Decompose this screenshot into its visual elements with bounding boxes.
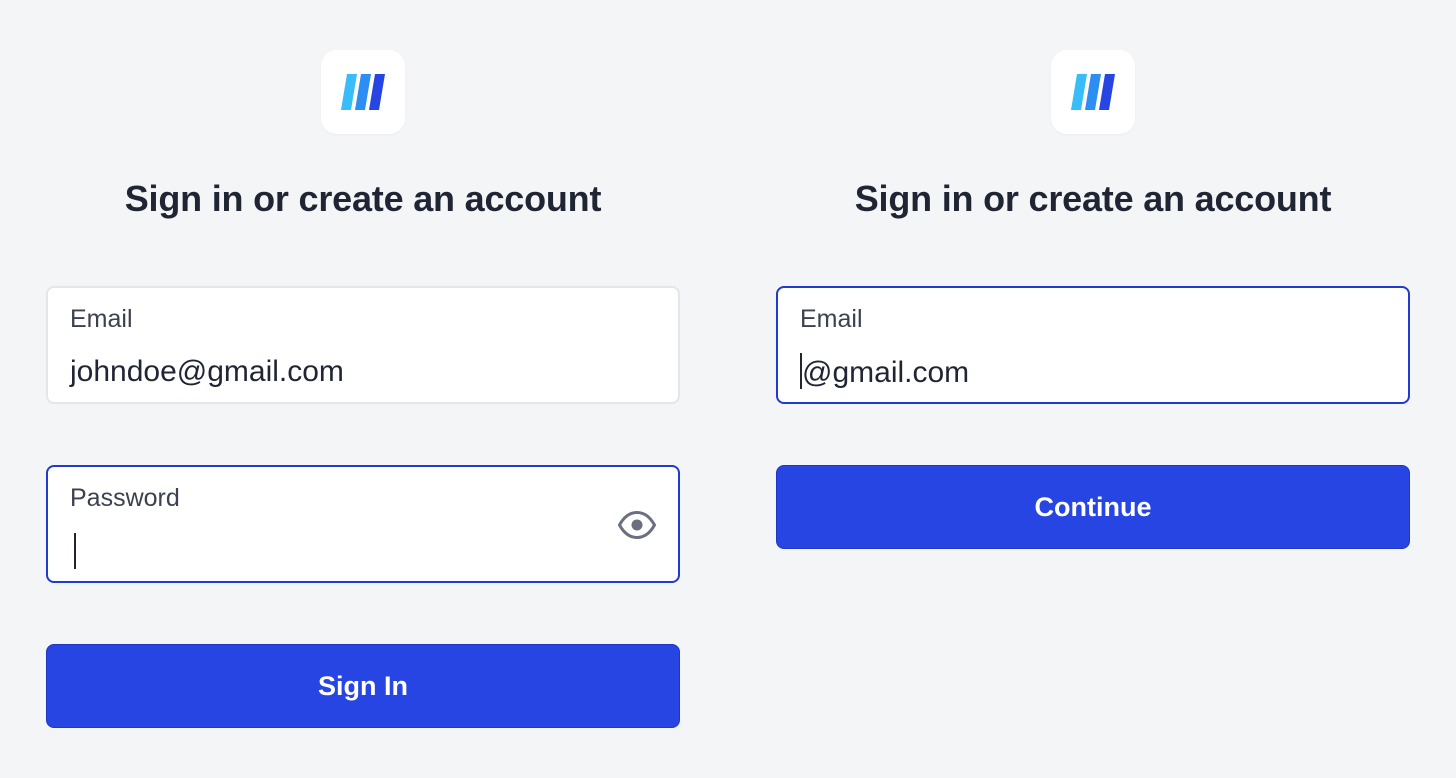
email-field-value: @gmail.com — [802, 356, 970, 389]
email-field[interactable]: Email @gmail.com — [776, 286, 1410, 404]
eye-icon[interactable] — [618, 511, 656, 539]
page-title: Sign in or create an account — [854, 178, 1332, 219]
page-title: Sign in or create an account — [124, 178, 602, 219]
app-logo — [1051, 50, 1135, 134]
striped-logo-icon — [1071, 74, 1115, 110]
email-field-label: Email — [800, 305, 863, 333]
email-field-value-wrap[interactable]: @gmail.com — [800, 353, 969, 392]
continue-button[interactable]: Continue — [776, 465, 1410, 549]
sign-in-button[interactable]: Sign In — [46, 644, 680, 728]
email-field-label: Email — [70, 305, 133, 333]
text-cursor — [74, 533, 76, 569]
sign-in-panel: Sign in or create an account Email johnd… — [46, 0, 680, 778]
striped-logo-icon — [341, 74, 385, 110]
email-field[interactable]: Email johndoe@gmail.com — [46, 286, 680, 404]
password-field-label: Password — [70, 484, 180, 512]
email-field-value[interactable]: johndoe@gmail.com — [70, 353, 344, 391]
app-logo — [321, 50, 405, 134]
password-field[interactable]: Password — [46, 465, 680, 583]
email-entry-panel: Sign in or create an account Email @gmai… — [776, 0, 1410, 778]
